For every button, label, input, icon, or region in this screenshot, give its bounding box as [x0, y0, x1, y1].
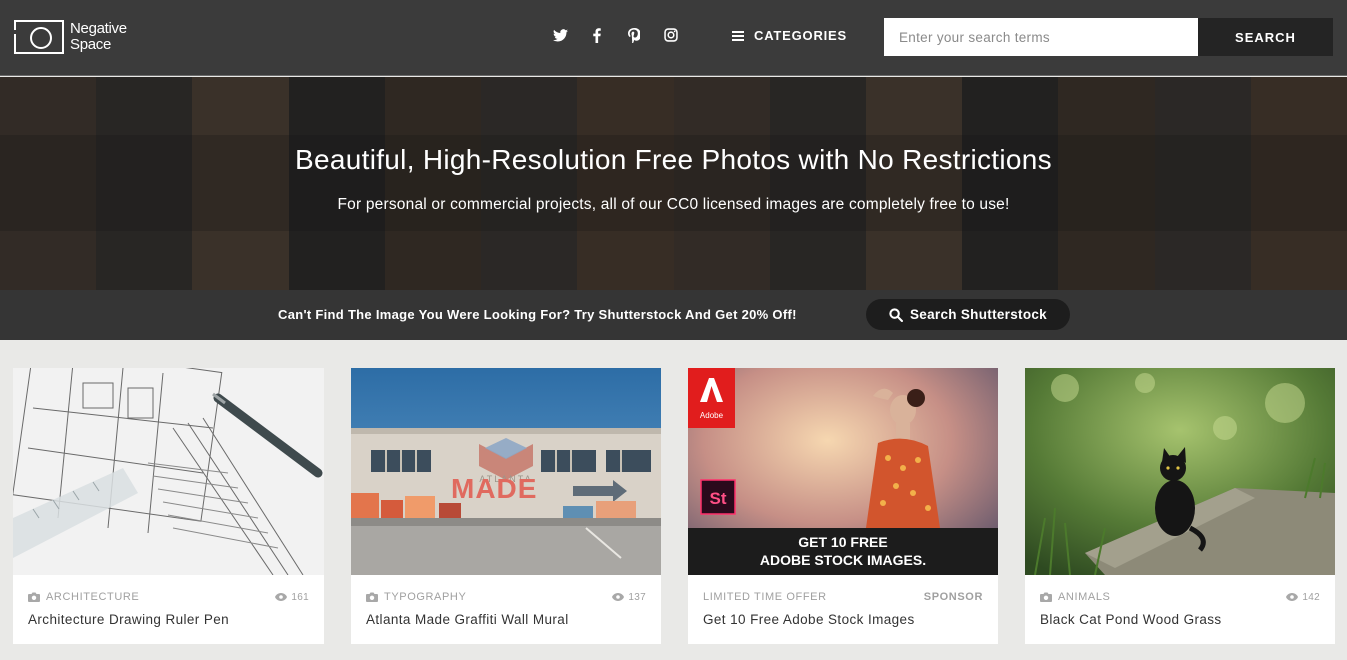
view-count-value: 137: [628, 591, 646, 603]
camera-icon: [28, 592, 40, 602]
view-count: 137: [612, 591, 646, 603]
logo[interactable]: Negative Space: [14, 20, 127, 54]
sponsor-card[interactable]: Adobe St GET 10 FREE ADOBE STOCK IMAGES.…: [688, 368, 998, 644]
camera-icon: [1040, 592, 1052, 602]
hero-banner: Beautiful, High-Resolution Free Photos w…: [0, 77, 1347, 290]
card-category-label: ANIMALS: [1058, 591, 1111, 603]
photo-thumbnail[interactable]: [1025, 368, 1335, 575]
card-category-label: TYPOGRAPHY: [384, 591, 467, 603]
card-category[interactable]: ARCHITECTURE: [28, 591, 139, 603]
card-meta: LIMITED TIME OFFER SPONSOR: [703, 591, 983, 603]
eye-icon: [1286, 593, 1299, 601]
promo-text: Can't Find The Image You Were Looking Fo…: [278, 307, 797, 322]
facebook-icon[interactable]: [589, 26, 605, 44]
adobe-stock-app-label: St: [710, 489, 727, 508]
adobe-brand-text: Adobe: [700, 411, 724, 420]
card-title[interactable]: Black Cat Pond Wood Grass: [1040, 612, 1222, 627]
social-links: [552, 26, 679, 44]
ad-headline-1: GET 10 FREE: [798, 534, 887, 550]
adobe-ad-image[interactable]: Adobe St GET 10 FREE ADOBE STOCK IMAGES.: [688, 368, 998, 575]
categories-menu[interactable]: CATEGORIES: [732, 28, 847, 43]
hero-subtitle: For personal or commercial projects, all…: [337, 196, 1010, 213]
view-count-value: 161: [291, 591, 309, 603]
search-form: SEARCH: [884, 18, 1333, 56]
search-shutterstock-label: Search Shutterstock: [910, 307, 1047, 322]
photo-thumbnail[interactable]: ATLANTA MADE: [351, 368, 661, 575]
card-category[interactable]: TYPOGRAPHY: [366, 591, 466, 603]
search-icon: [889, 307, 903, 322]
card-category[interactable]: ANIMALS: [1040, 591, 1111, 603]
card-title[interactable]: Architecture Drawing Ruler Pen: [28, 612, 229, 627]
twitter-icon[interactable]: [552, 26, 568, 44]
search-input[interactable]: [884, 18, 1198, 56]
photo-card[interactable]: ATLANTA MADE TYPOGRAPHY 137 Atlanta Made…: [351, 368, 661, 644]
ad-headline-2: ADOBE STOCK IMAGES.: [760, 552, 926, 568]
search-shutterstock-button[interactable]: Search Shutterstock: [866, 299, 1070, 330]
card-category[interactable]: LIMITED TIME OFFER: [703, 591, 827, 603]
card-title[interactable]: Get 10 Free Adobe Stock Images: [703, 612, 915, 627]
search-button[interactable]: SEARCH: [1198, 18, 1333, 56]
card-meta: TYPOGRAPHY 137: [366, 591, 646, 603]
photo-thumbnail[interactable]: [13, 368, 324, 575]
card-category-label: ARCHITECTURE: [46, 591, 140, 603]
eye-icon: [275, 593, 288, 601]
view-count: 142: [1286, 591, 1320, 603]
camera-logo-icon: [14, 20, 64, 54]
sponsor-badge: SPONSOR: [923, 591, 983, 603]
eye-icon: [612, 593, 625, 601]
card-meta: ARCHITECTURE 161: [28, 591, 309, 603]
logo-line-1: Negative: [70, 20, 127, 37]
pinterest-icon[interactable]: [626, 26, 642, 44]
photo-card[interactable]: ARCHITECTURE 161 Architecture Drawing Ru…: [13, 368, 324, 644]
camera-icon: [366, 592, 378, 602]
hero-title: Beautiful, High-Resolution Free Photos w…: [295, 144, 1052, 175]
card-title[interactable]: Atlanta Made Graffiti Wall Mural: [366, 612, 569, 627]
site-header: Negative Space CATEGORIES SEARCH: [0, 0, 1347, 76]
view-count: 161: [275, 591, 309, 603]
card-meta: ANIMALS 142: [1040, 591, 1320, 603]
photo-card[interactable]: ANIMALS 142 Black Cat Pond Wood Grass: [1025, 368, 1335, 644]
mural-text: MADE: [451, 473, 537, 504]
logo-text: Negative Space: [70, 21, 127, 53]
categories-label: CATEGORIES: [754, 28, 847, 43]
shutterstock-promo-bar: Can't Find The Image You Were Looking Fo…: [0, 290, 1347, 340]
view-count-value: 142: [1302, 591, 1320, 603]
card-category-label: LIMITED TIME OFFER: [703, 591, 827, 603]
hamburger-icon: [732, 30, 744, 41]
instagram-icon[interactable]: [663, 26, 679, 44]
logo-line-2: Space: [70, 36, 112, 53]
